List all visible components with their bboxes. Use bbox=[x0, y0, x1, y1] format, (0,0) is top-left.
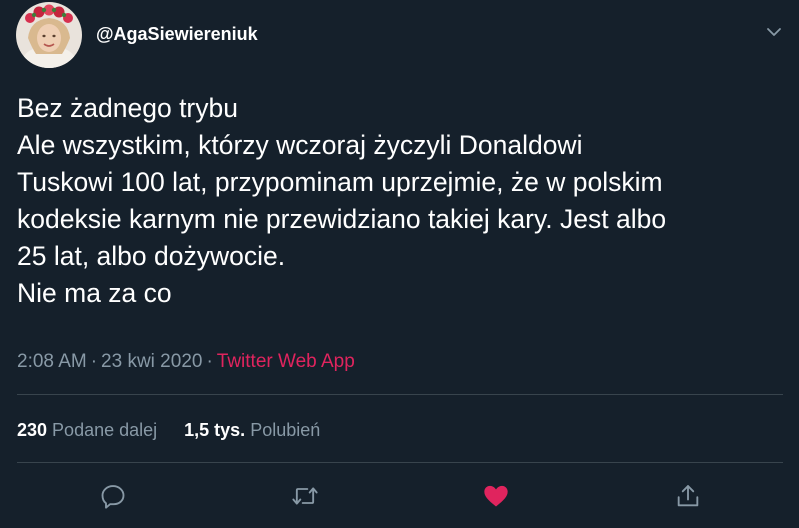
tweet-text-line: kodeksie karnym nie przewidziano takiej … bbox=[17, 204, 667, 234]
tweet-text-line: Bez żadnego trybu bbox=[17, 93, 238, 123]
tweet-text-line: Ale wszystkim, którzy wczoraj życzyli Do… bbox=[17, 130, 583, 160]
tweet-text: Bez żadnego trybu Ale wszystkim, którzy … bbox=[17, 90, 787, 312]
divider bbox=[17, 394, 783, 395]
tweet-date: 23 kwi 2020 bbox=[101, 351, 203, 372]
likes-stat[interactable]: 1,5 tys. Polubień bbox=[184, 418, 320, 442]
tweet-header: @AgaSiewiereniuk bbox=[16, 0, 783, 72]
avatar-image bbox=[16, 2, 82, 68]
share-icon[interactable] bbox=[674, 482, 702, 510]
tweet-meta: 2:08 AM · 23 kwi 2020 · Twitter Web App bbox=[17, 350, 355, 374]
tweet-source-link[interactable]: Twitter Web App bbox=[217, 351, 355, 372]
heart-icon[interactable] bbox=[482, 482, 510, 510]
retweets-label: Podane dalej bbox=[52, 420, 158, 440]
likes-label: Polubień bbox=[250, 420, 321, 440]
avatar[interactable] bbox=[16, 2, 82, 68]
chevron-down-icon[interactable] bbox=[764, 22, 784, 42]
tweet-stats: 230 Podane dalej 1,5 tys. Polubień bbox=[17, 418, 320, 442]
retweet-icon[interactable] bbox=[291, 482, 319, 510]
tweet-text-line: 25 lat, albo dożywocie. bbox=[17, 241, 286, 271]
divider bbox=[17, 462, 783, 463]
tweet-text-line: Tuskowi 100 lat, przypominam uprzejmie, … bbox=[17, 167, 663, 197]
reply-icon[interactable] bbox=[99, 482, 127, 510]
user-handle[interactable]: @AgaSiewiereniuk bbox=[96, 24, 258, 45]
tweet-text-line: Nie ma za co bbox=[17, 278, 172, 308]
retweets-stat[interactable]: 230 Podane dalej bbox=[17, 418, 157, 442]
likes-count: 1,5 tys. bbox=[184, 420, 246, 440]
meta-separator: · bbox=[206, 351, 213, 372]
tweet-time: 2:08 AM bbox=[17, 351, 87, 372]
retweets-count: 230 bbox=[17, 420, 48, 440]
tweet-timestamp[interactable]: 2:08 AM · 23 kwi 2020 bbox=[17, 351, 202, 372]
meta-separator: · bbox=[90, 351, 98, 372]
